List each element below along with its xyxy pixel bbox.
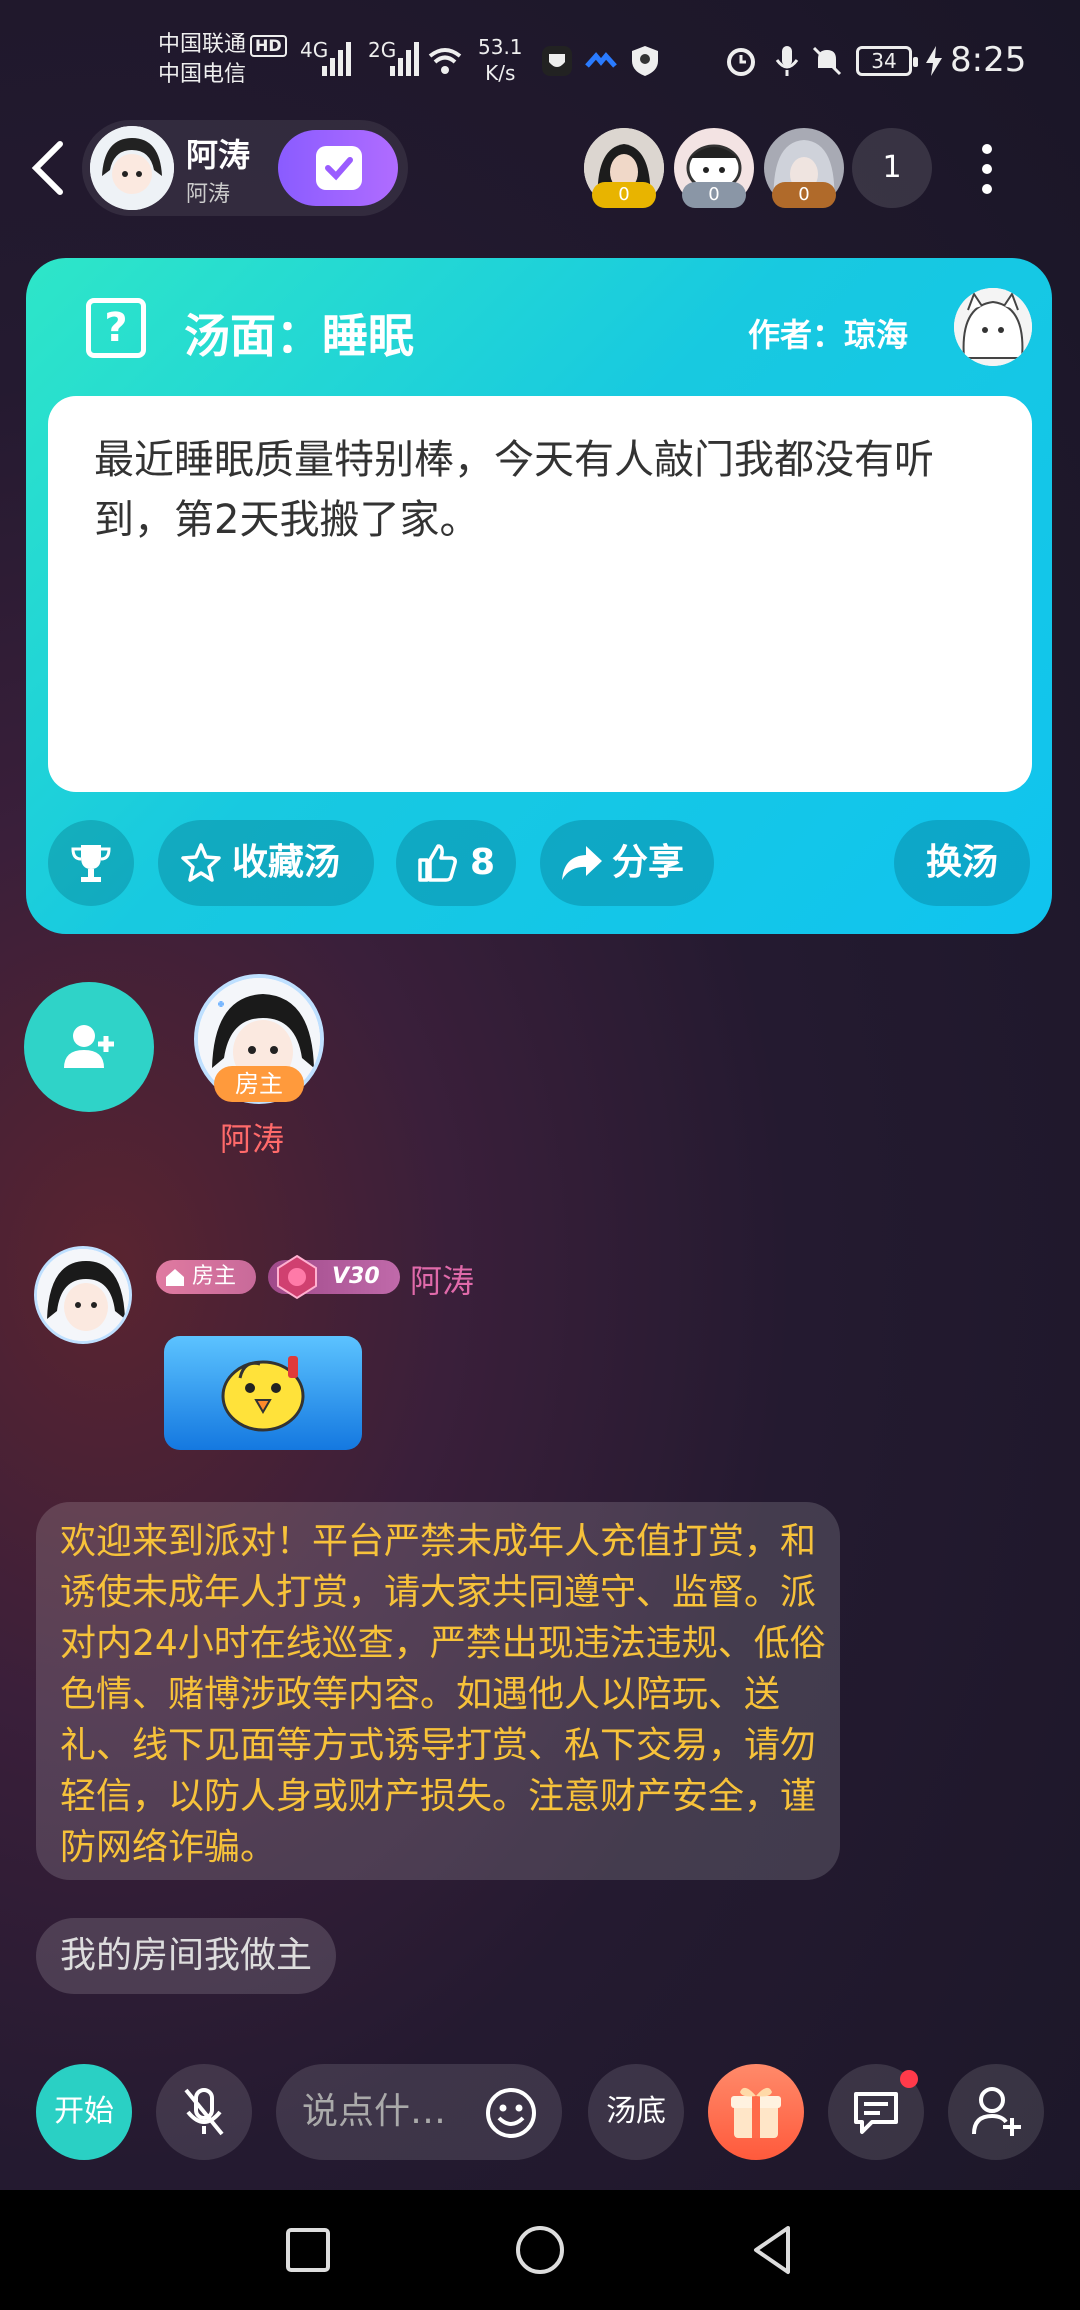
host-name: 阿涛 <box>186 136 251 174</box>
alarm-icon <box>727 48 755 76</box>
host-seat-tag: 房主 <box>214 1066 304 1102</box>
viewer-badge-3: 0 <box>772 182 836 208</box>
signal-icon-2 <box>390 40 419 76</box>
room-tag: 我的房间我做主 <box>36 1918 337 1994</box>
collect-soup-button[interactable]: 收藏汤 <box>158 820 374 906</box>
viewer-badge-2: 0 <box>682 182 746 208</box>
share-arrow-icon <box>562 846 602 880</box>
gift-button[interactable] <box>708 2064 804 2160</box>
check-icon <box>325 157 353 181</box>
battery-indicator: 34 <box>856 46 918 76</box>
trophy-icon <box>71 845 111 882</box>
level-badge-icon <box>277 1254 317 1300</box>
followed-button[interactable] <box>278 130 398 206</box>
microphone-icon <box>775 46 799 76</box>
host-role-chip: 房主 <box>156 1260 256 1294</box>
level-chip: V30 <box>268 1254 400 1300</box>
signal-icon <box>322 40 351 76</box>
host-id: 阿涛 <box>186 182 231 207</box>
viewer-count[interactable]: 1 <box>852 128 932 208</box>
soup-content-box: 最近睡眠质量特别棒，今天有人敲门我都没有听到，第2天我搬了家。 <box>48 396 1032 792</box>
host-info[interactable]: 阿涛 阿涛 <box>82 120 408 216</box>
chick-sticker-icon <box>221 1356 305 1432</box>
carrier-2: 中国电信 <box>158 62 247 87</box>
chat-bubble-icon <box>854 2092 898 2134</box>
soup-content: 最近睡眠质量特别棒，今天有人敲门我都没有听到，第2天我搬了家。 <box>94 437 934 543</box>
mask-app-icon <box>542 46 572 76</box>
wifi-icon <box>428 48 462 74</box>
sticker-message[interactable] <box>164 1336 362 1450</box>
start-button[interactable]: 开始 <box>36 2064 132 2160</box>
star-icon <box>181 843 221 882</box>
trophy-button[interactable] <box>48 820 134 906</box>
chat-input-placeholder: 说点什… <box>302 2091 447 2132</box>
status-bar: 中国联通 HD 中国电信 4G 2G 53.1 K/s 34 8:25 <box>0 0 1080 120</box>
bell-muted-icon <box>812 46 842 76</box>
thumbs-up-icon <box>418 844 457 882</box>
back-button[interactable] <box>26 138 70 198</box>
soup-card: ? 汤面：睡眠 作者：琼海 最近睡眠质量特别棒，今天有人敲门我都没有听到，第2天… <box>26 258 1052 934</box>
home-icon <box>166 1269 184 1286</box>
app-notification-icon <box>585 52 617 68</box>
question-icon: ? <box>86 298 146 358</box>
back-nav-button[interactable] <box>744 2222 800 2278</box>
more-options-button[interactable] <box>972 138 1002 198</box>
charging-icon <box>926 46 942 76</box>
recent-apps-button[interactable] <box>280 2222 336 2278</box>
system-notice: 欢迎来到派对！平台严禁未成年人充值打赏，和诱使未成年人打赏，请大家共同遵守、监督… <box>36 1502 840 1880</box>
share-button[interactable]: 分享 <box>540 820 714 906</box>
hd-badge: HD <box>250 35 287 57</box>
add-user-icon <box>64 1025 114 1068</box>
chat-input[interactable]: 说点什… <box>276 2064 562 2160</box>
invite-user-button[interactable] <box>948 2064 1044 2160</box>
like-count: 8 <box>470 842 496 883</box>
host-seat-name: 阿涛 <box>220 1120 285 1158</box>
message-sender-name[interactable]: 阿涛 <box>410 1256 474 1302</box>
soup-title: 汤面：睡眠 <box>184 309 414 363</box>
clock: 8:25 <box>950 40 1027 80</box>
add-person-icon <box>972 2087 1021 2136</box>
message-avatar[interactable] <box>34 1246 132 1344</box>
gift-icon <box>731 2087 781 2138</box>
system-navigation-bar <box>0 2190 1080 2310</box>
system-notice-text: 欢迎来到派对！平台严禁未成年人充值打赏，和诱使未成年人打赏，请大家共同遵守、监督… <box>60 1521 826 1868</box>
like-button[interactable]: 8 <box>396 820 516 906</box>
emoji-icon[interactable] <box>484 2086 538 2140</box>
mic-off-icon <box>184 2088 224 2136</box>
add-member-button[interactable] <box>24 982 154 1112</box>
carrier-1: 中国联通 <box>158 32 247 57</box>
change-soup-button[interactable]: 换汤 <box>894 820 1030 906</box>
home-button[interactable] <box>512 2222 568 2278</box>
shield-icon <box>632 46 658 76</box>
network-speed: 53.1 K/s <box>478 35 523 85</box>
unread-dot <box>900 2070 918 2088</box>
host-avatar[interactable] <box>90 126 174 210</box>
soup-author[interactable]: 作者：琼海 <box>748 310 908 356</box>
mic-toggle-button[interactable] <box>156 2064 252 2160</box>
author-avatar[interactable] <box>954 288 1032 366</box>
viewer-badge-1: 0 <box>592 182 656 208</box>
soup-answer-button[interactable]: 汤底 <box>588 2064 684 2160</box>
carrier-info: 中国联通 HD 中国电信 <box>158 30 287 90</box>
